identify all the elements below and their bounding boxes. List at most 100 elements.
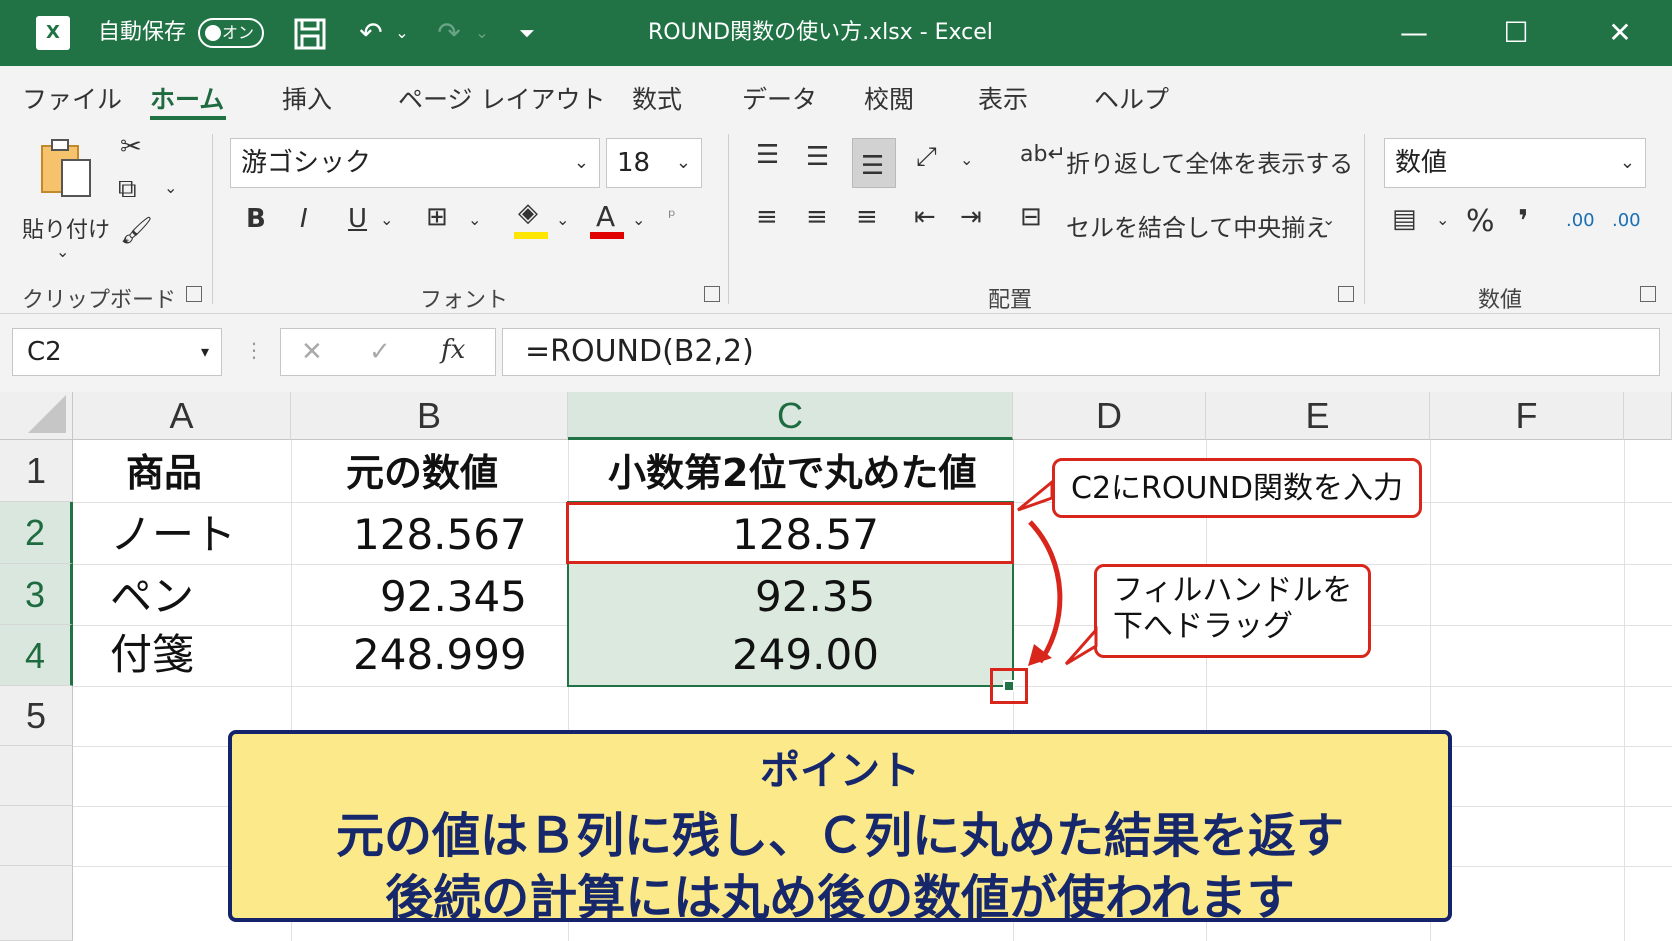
- tab-insert[interactable]: 挿入: [282, 80, 332, 116]
- paste-label: 貼り付け: [22, 218, 111, 243]
- group-separator: [728, 134, 729, 304]
- autosave-label: 自動保存: [98, 20, 187, 45]
- align-bottom-icon: ☰: [861, 151, 885, 181]
- tab-data[interactable]: データ: [742, 80, 817, 116]
- redo-icon[interactable]: ↷: [432, 0, 466, 66]
- align-top-icon[interactable]: ☰: [756, 142, 779, 168]
- paste-button[interactable]: 貼り付け ⌄: [18, 134, 111, 274]
- paint-bucket-icon: ◈: [518, 198, 538, 228]
- merge-center-button[interactable]: セルを結合して中央揃え: [1066, 208, 1329, 243]
- tab-home[interactable]: ホーム: [150, 80, 224, 116]
- alignment-group-label: 配置: [988, 288, 1033, 313]
- autosave-toggle[interactable]: オン: [198, 18, 264, 48]
- cancel-icon[interactable]: ✕: [301, 339, 323, 365]
- bold-button[interactable]: B: [246, 204, 266, 234]
- phonetic-guide-icon[interactable]: ᵖ: [668, 208, 676, 226]
- underline-dropdown-chevron-icon[interactable]: ⌄: [380, 212, 393, 228]
- group-separator: [1364, 134, 1365, 304]
- font-group-label: フォント: [420, 288, 509, 313]
- increase-indent-icon[interactable]: ⇥: [960, 204, 982, 230]
- increase-decimal-button[interactable]: .00: [1566, 210, 1595, 231]
- borders-icon[interactable]: ⊞: [426, 204, 448, 230]
- format-painter-icon[interactable]: 🖌: [120, 218, 153, 244]
- italic-button[interactable]: I: [300, 204, 308, 234]
- alignment-launcher-icon[interactable]: [1338, 286, 1354, 302]
- redo-dropdown-chevron-icon[interactable]: ⌄: [472, 0, 492, 66]
- worksheet-grid: A B C D E F 1 2 3 4 5 商品 元の数値 小数第2位で丸めた値…: [0, 392, 1672, 941]
- comma-style-button[interactable]: ❜: [1518, 204, 1528, 239]
- number-group-label: 数値: [1478, 288, 1523, 313]
- align-right-icon[interactable]: ≡: [856, 204, 878, 230]
- undo-dropdown-chevron-icon[interactable]: ⌄: [392, 0, 412, 66]
- wrap-text-button[interactable]: 折り返して全体を表示する: [1066, 144, 1353, 179]
- accounting-format-icon[interactable]: ▤: [1392, 206, 1417, 232]
- autosave-state: オン: [221, 23, 254, 42]
- insert-function-button[interactable]: fx: [441, 337, 465, 363]
- more-options-icon[interactable]: ⋮: [244, 340, 264, 360]
- group-separator: [212, 134, 213, 304]
- active-tab-underline: [150, 116, 226, 120]
- tab-page-layout[interactable]: ページ レイアウト: [398, 80, 605, 116]
- fill-color-swatch: [514, 232, 548, 239]
- font-name-value: 游ゴシック: [241, 148, 372, 178]
- number-launcher-icon[interactable]: [1640, 286, 1656, 302]
- clipboard-group-label: クリップボード: [22, 288, 177, 313]
- orientation-dropdown-chevron-icon[interactable]: ⌄: [960, 152, 973, 168]
- orientation-icon[interactable]: ⤢: [916, 144, 937, 170]
- point-note-box: ポイント 元の値はＢ列に残し、Ｃ列に丸めた結果を返す 後続の計算には丸め後の数値…: [228, 730, 1452, 926]
- fill-color-button[interactable]: ◈: [514, 200, 548, 240]
- align-left-icon[interactable]: ≡: [756, 204, 778, 230]
- borders-dropdown-chevron-icon[interactable]: ⌄: [468, 212, 481, 228]
- wrap-text-icon[interactable]: ab↵: [1020, 144, 1066, 166]
- copy-icon[interactable]: ⧉: [118, 176, 137, 202]
- decrease-indent-icon[interactable]: ⇤: [914, 204, 936, 230]
- align-center-icon[interactable]: ≡: [806, 204, 828, 230]
- formula-input[interactable]: =ROUND(B2,2): [502, 328, 1660, 376]
- point-title: ポイント: [760, 748, 920, 794]
- align-bottom-button[interactable]: ☰: [852, 138, 896, 188]
- chevron-down-icon: ▾: [200, 342, 209, 361]
- enter-icon[interactable]: ✓: [369, 339, 391, 365]
- copy-dropdown-chevron-icon[interactable]: ⌄: [164, 180, 177, 196]
- font-launcher-icon[interactable]: [704, 286, 720, 302]
- align-middle-icon[interactable]: ☰: [806, 144, 829, 170]
- minimize-icon[interactable]: —: [1394, 0, 1434, 66]
- tab-file[interactable]: ファイル: [22, 80, 122, 116]
- font-color-button[interactable]: A: [590, 200, 624, 240]
- font-size-dropdown[interactable]: 18 ⌄: [606, 138, 702, 188]
- name-box-value: C2: [27, 337, 62, 367]
- formula-bar: C2 ▾ ⋮ ✕ ✓ fx =ROUND(B2,2): [0, 314, 1672, 392]
- decrease-decimal-button[interactable]: .00: [1612, 210, 1641, 231]
- clipboard-launcher-icon[interactable]: [186, 286, 202, 302]
- cut-icon[interactable]: ✂: [120, 134, 142, 160]
- ribbon-tabs: ファイル ホーム 挿入 ページ レイアウト 数式 データ 校閲 表示 ヘルプ: [0, 66, 1672, 124]
- title-bar: X 自動保存 オン ↶ ⌄ ↷ ⌄ ⏷ ROUND関数の使い方.xlsx - E…: [0, 0, 1672, 66]
- maximize-icon[interactable]: ☐: [1496, 0, 1536, 66]
- tab-review[interactable]: 校閲: [864, 80, 914, 116]
- point-line2: 後続の計算には丸め後の数値が使われます: [385, 870, 1295, 926]
- accounting-dropdown-chevron-icon[interactable]: ⌄: [1436, 212, 1449, 228]
- percent-style-button[interactable]: %: [1466, 204, 1495, 239]
- name-box[interactable]: C2 ▾: [12, 328, 222, 376]
- chevron-down-icon: ⌄: [1619, 152, 1635, 173]
- excel-logo-icon: X: [36, 16, 70, 50]
- merge-center-icon[interactable]: ⊟: [1020, 204, 1042, 230]
- close-icon[interactable]: ✕: [1600, 0, 1640, 66]
- font-name-dropdown[interactable]: 游ゴシック ⌄: [230, 138, 600, 188]
- font-color-dropdown-chevron-icon[interactable]: ⌄: [632, 212, 645, 228]
- tab-help[interactable]: ヘルプ: [1094, 80, 1169, 116]
- chevron-down-icon: ⌄: [675, 152, 691, 173]
- fill-color-dropdown-chevron-icon[interactable]: ⌄: [556, 212, 569, 228]
- tab-view[interactable]: 表示: [978, 80, 1028, 116]
- save-icon[interactable]: [290, 0, 330, 66]
- font-size-value: 18: [617, 148, 651, 178]
- customize-qat-icon[interactable]: ⏷: [514, 0, 540, 66]
- tab-formulas[interactable]: 数式: [632, 80, 682, 116]
- underline-button[interactable]: U: [348, 204, 367, 234]
- number-format-dropdown[interactable]: 数値 ⌄: [1384, 138, 1646, 188]
- formula-buttons: ✕ ✓ fx: [280, 328, 496, 376]
- font-color-swatch: [590, 232, 624, 239]
- paste-dropdown-chevron-icon: ⌄: [56, 242, 70, 261]
- undo-icon[interactable]: ↶: [354, 0, 388, 66]
- merge-dropdown-chevron-icon[interactable]: ⌄: [1322, 212, 1335, 228]
